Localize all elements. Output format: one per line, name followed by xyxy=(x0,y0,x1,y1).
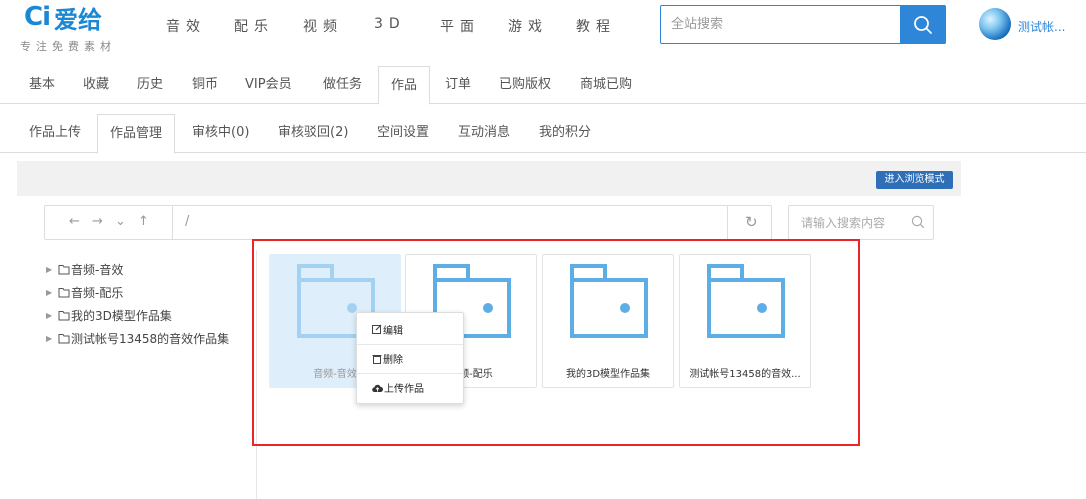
secondary-tabs: 作品上传 作品管理 审核中(0) 审核驳回(2) 空间设置 互动消息 我的积分 xyxy=(0,114,1086,154)
logo-name: 爱给 xyxy=(54,5,102,34)
tab-mall-purchases[interactable]: 商城已购 xyxy=(580,66,632,104)
caret-right-icon[interactable]: ▶ xyxy=(46,288,58,297)
nav-games[interactable]: 游戏 xyxy=(508,16,548,36)
caret-right-icon[interactable]: ▶ xyxy=(46,311,58,320)
up-arrow-icon[interactable]: ↑ xyxy=(138,214,149,229)
toolbar xyxy=(17,161,961,196)
site-search-input[interactable] xyxy=(661,6,901,43)
chevron-down-icon[interactable]: ⌄ xyxy=(115,214,126,229)
tab-tasks[interactable]: 做任务 xyxy=(323,66,362,104)
logo-mark: Ci xyxy=(24,2,51,32)
file-search xyxy=(788,205,934,240)
tab-history[interactable]: 历史 xyxy=(137,66,163,104)
tab-upload-works[interactable]: 作品上传 xyxy=(29,114,81,153)
tree-item[interactable]: ▶ 音频-配乐 xyxy=(46,284,123,301)
search-icon[interactable] xyxy=(911,215,925,229)
tab-favorites[interactable]: 收藏 xyxy=(83,66,109,104)
tab-manage-works[interactable]: 作品管理 xyxy=(97,114,176,154)
tab-purchased-copyrights[interactable]: 已购版权 xyxy=(499,66,551,104)
tab-space-settings[interactable]: 空间设置 xyxy=(377,114,429,153)
nav-video[interactable]: 视频 xyxy=(303,16,343,36)
tab-my-points[interactable]: 我的积分 xyxy=(539,114,591,153)
caret-right-icon[interactable]: ▶ xyxy=(46,334,58,343)
back-arrow-icon[interactable]: ← xyxy=(69,214,80,229)
tree-item-label: 音频-音效 xyxy=(71,263,124,277)
tab-rejected[interactable]: 审核驳回(2) xyxy=(278,114,348,153)
folder-icon xyxy=(58,334,70,344)
site-logo[interactable]: Ci 爱给 xyxy=(24,2,102,34)
file-search-input[interactable] xyxy=(789,206,907,239)
current-path[interactable]: / xyxy=(185,214,189,229)
highlight-annotation xyxy=(252,239,860,446)
site-search xyxy=(660,5,946,44)
tab-messages[interactable]: 互动消息 xyxy=(458,114,510,153)
tab-basic[interactable]: 基本 xyxy=(29,66,55,104)
folder-icon xyxy=(58,311,70,321)
path-bar: ← → ⌄ ↑ / ↻ xyxy=(44,205,772,240)
nav-sound-effects[interactable]: 音效 xyxy=(166,16,206,36)
folder-icon xyxy=(58,265,70,275)
tree-item-label: 音频-配乐 xyxy=(71,286,124,300)
nav-graphic[interactable]: 平面 xyxy=(440,16,480,36)
caret-right-icon[interactable]: ▶ xyxy=(46,265,58,274)
tab-orders[interactable]: 订单 xyxy=(445,66,471,104)
tree-item-label: 测试帐号13458的音效作品集 xyxy=(71,332,230,346)
tab-works[interactable]: 作品 xyxy=(378,66,431,105)
nav-3d[interactable]: 3D xyxy=(374,16,406,32)
folder-icon xyxy=(58,288,70,298)
tree-item[interactable]: ▶ 我的3D模型作品集 xyxy=(46,307,172,324)
refresh-divider xyxy=(727,206,728,239)
tab-vip[interactable]: VIP会员 xyxy=(245,66,292,104)
primary-tabs: 基本 收藏 历史 铜币 VIP会员 做任务 作品 订单 已购版权 商城已购 xyxy=(0,66,1086,105)
forward-arrow-icon[interactable]: → xyxy=(92,214,103,229)
site-search-button[interactable] xyxy=(900,5,946,44)
tree-item-label: 我的3D模型作品集 xyxy=(71,309,172,323)
site-header: Ci 爱给 专注免费素材 音效 配乐 视频 3D 平面 游戏 教程 测试帐... xyxy=(0,0,1086,62)
nav-tutorials[interactable]: 教程 xyxy=(576,16,616,36)
tab-under-review[interactable]: 审核中(0) xyxy=(192,114,249,153)
nav-music[interactable]: 配乐 xyxy=(234,16,274,36)
user-name[interactable]: 测试帐... xyxy=(1018,18,1065,35)
browse-mode-button[interactable]: 进入浏览模式 xyxy=(876,171,953,189)
avatar[interactable] xyxy=(979,8,1011,40)
search-icon xyxy=(914,15,932,34)
path-divider xyxy=(172,206,173,239)
tab-coins[interactable]: 铜币 xyxy=(192,66,218,104)
tree-item[interactable]: ▶ 音频-音效 xyxy=(46,261,123,278)
tree-item[interactable]: ▶ 测试帐号13458的音效作品集 xyxy=(46,330,229,347)
refresh-icon[interactable]: ↻ xyxy=(745,213,758,231)
logo-tagline: 专注免费素材 xyxy=(20,40,116,53)
